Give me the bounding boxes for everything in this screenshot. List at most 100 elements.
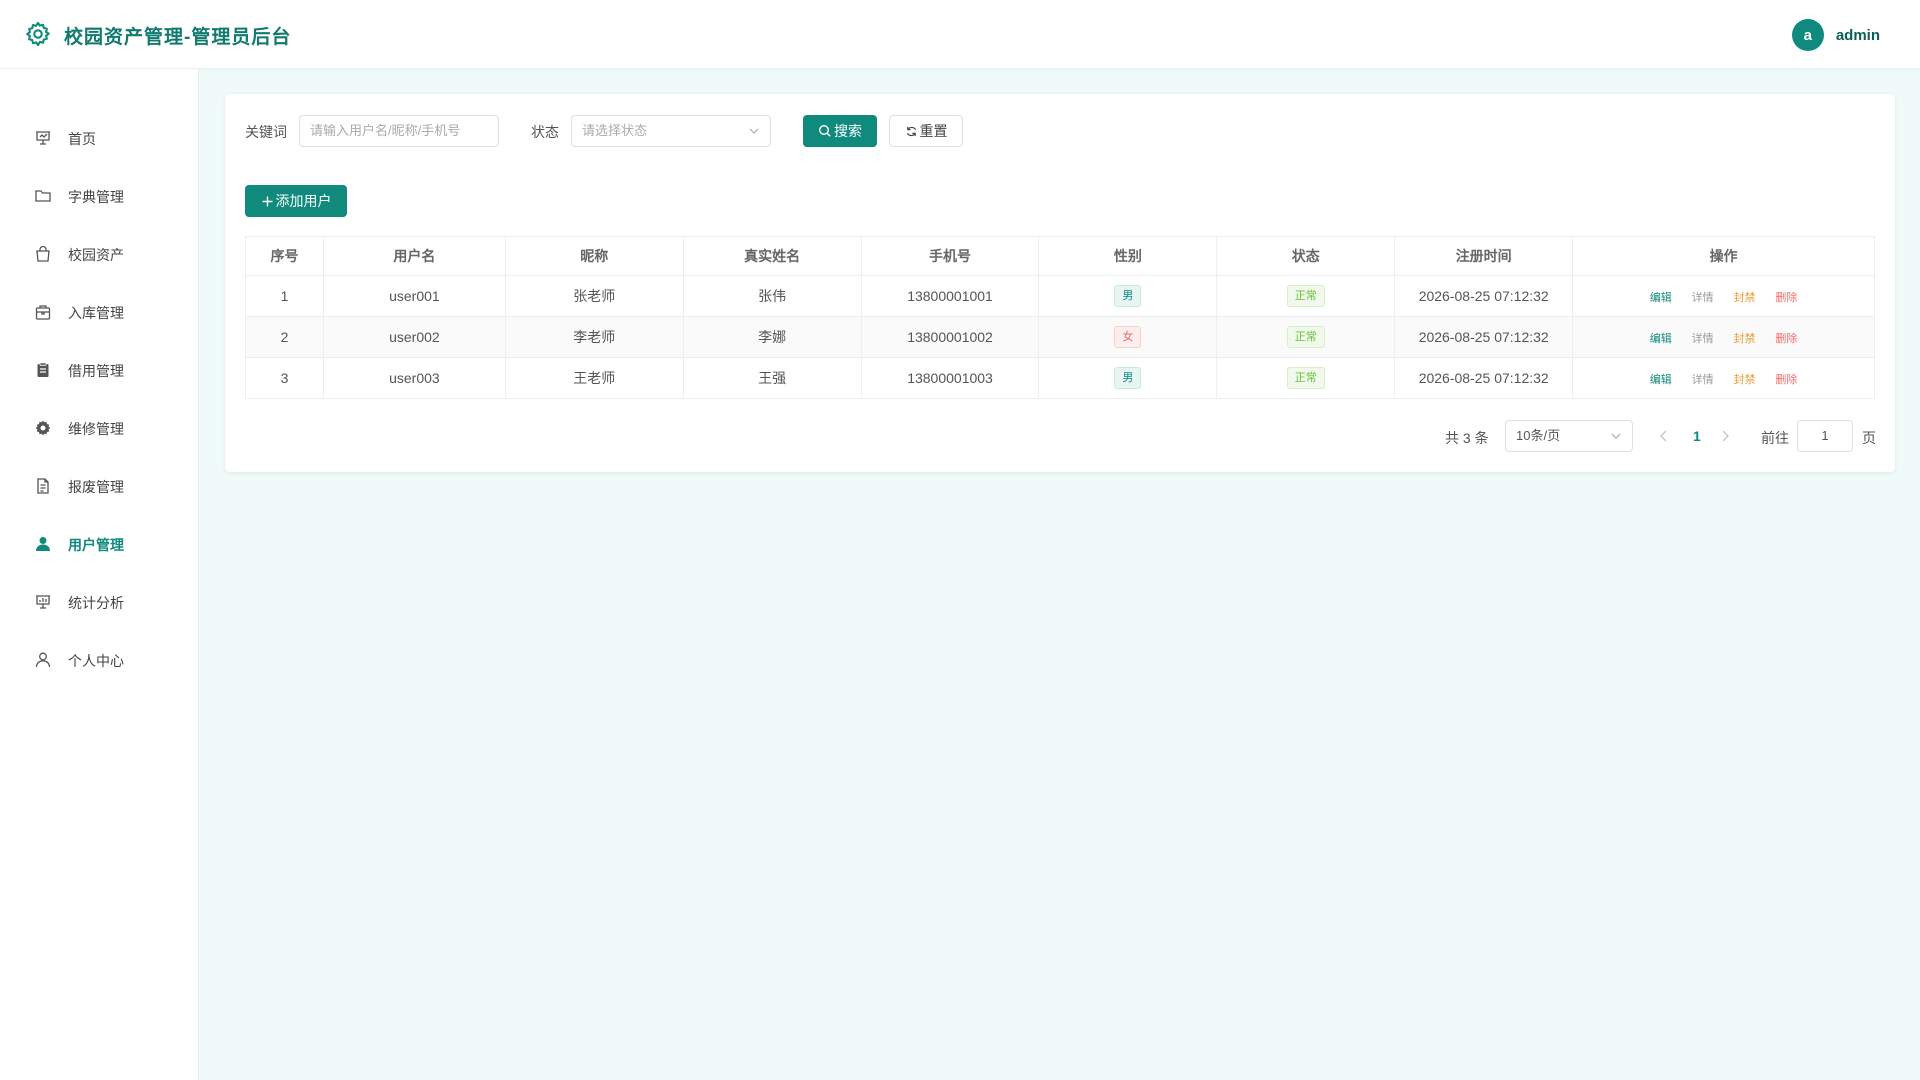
page-suffix: 页 [1862, 430, 1876, 446]
user-menu[interactable]: a admin [1791, 19, 1880, 51]
gender-tag: 男 [1114, 367, 1142, 389]
sidebar-item-users[interactable]: 用户管理 [0, 522, 199, 566]
cell-status: 正常 [1216, 316, 1396, 358]
ban-link[interactable]: 封禁 [1734, 292, 1756, 304]
user-outline-icon [35, 652, 51, 668]
sidebar-item-campus-assets[interactable]: 校园资产 [0, 232, 199, 276]
edit-link[interactable]: 编辑 [1650, 292, 1672, 304]
user-management-card: 关键词 请输入用户名/昵称/手机号 状态 请选择状态 搜索 重置 添加用户 序号… [225, 94, 1895, 472]
sidebar-item-label: 个人中心 [68, 653, 124, 669]
column-header-username: 用户名 [322, 236, 506, 276]
goto-page-input[interactable]: 1 [1797, 420, 1853, 452]
prev-page-icon[interactable] [1655, 427, 1673, 445]
cell-status: 正常 [1216, 357, 1396, 399]
cell-phone: 13800001003 [860, 357, 1040, 399]
cell-phone: 13800001001 [860, 275, 1040, 317]
gender-tag: 男 [1114, 285, 1142, 307]
cell-actions: 编辑 详情 封禁 删除 [1572, 275, 1875, 317]
detail-link[interactable]: 详情 [1692, 333, 1714, 345]
sidebar-item-scrap[interactable]: 报废管理 [0, 464, 199, 508]
delete-link[interactable]: 删除 [1775, 292, 1797, 304]
reset-button[interactable]: 重置 [889, 115, 963, 147]
status-label: 状态 [531, 124, 559, 140]
table-row: 2 user002 李老师 李娜 13800001002 女 正常 2026-0… [245, 316, 1875, 358]
sidebar: 首页 字典管理 校园资产 入库管理 借用管理 维修管理 报废管理 用户管理 统计… [0, 69, 199, 1080]
sidebar-item-profile[interactable]: 个人中心 [0, 638, 199, 682]
sidebar-item-label: 入库管理 [68, 305, 124, 321]
sidebar-item-label: 借用管理 [68, 363, 124, 379]
ban-link[interactable]: 封禁 [1734, 333, 1756, 345]
table-header-row: 序号 用户名 昵称 真实姓名 手机号 性别 状态 注册时间 操作 [245, 236, 1875, 276]
sidebar-item-label: 维修管理 [68, 421, 124, 437]
sidebar-item-label: 首页 [68, 131, 96, 147]
search-button[interactable]: 搜索 [803, 115, 877, 147]
add-user-button-label: 添加用户 [275, 193, 332, 209]
edit-link[interactable]: 编辑 [1650, 374, 1672, 386]
cell-realname: 李娜 [682, 316, 862, 358]
bag-icon [36, 245, 50, 262]
box-icon [35, 305, 51, 320]
edit-link[interactable]: 编辑 [1650, 333, 1672, 345]
add-user-button[interactable]: 添加用户 [245, 185, 347, 217]
search-button-label: 搜索 [834, 123, 862, 139]
cell-registered: 2026-08-25 07:12:32 [1394, 316, 1574, 358]
refresh-icon [906, 126, 916, 136]
table-row: 1 user001 张老师 张伟 13800001001 男 正常 2026-0… [245, 275, 1875, 317]
ban-link[interactable]: 封禁 [1734, 374, 1756, 386]
user-filled-icon [36, 537, 50, 551]
clipboard-icon [37, 362, 49, 377]
username[interactable]: admin [1836, 27, 1880, 44]
sidebar-item-label: 字典管理 [68, 189, 124, 205]
detail-link[interactable]: 详情 [1692, 292, 1714, 304]
column-header-realname: 真实姓名 [682, 236, 862, 276]
detail-link[interactable]: 详情 [1692, 374, 1714, 386]
cell-nickname: 王老师 [504, 357, 684, 399]
chart-board-icon [36, 595, 50, 609]
cell-phone: 13800001002 [860, 316, 1040, 358]
keyword-label: 关键词 [245, 124, 287, 140]
chevron-down-icon [1611, 433, 1621, 439]
page-size-value: 10条/页 [1516, 428, 1561, 443]
cell-registered: 2026-08-25 07:12:32 [1394, 275, 1574, 317]
page-size-select[interactable]: 10条/页 [1505, 420, 1633, 452]
sidebar-item-statistics[interactable]: 统计分析 [0, 580, 199, 624]
delete-link[interactable]: 删除 [1775, 333, 1797, 345]
sidebar-item-borrow[interactable]: 借用管理 [0, 348, 199, 392]
sidebar-item-repair[interactable]: 维修管理 [0, 406, 199, 450]
sidebar-item-inbound[interactable]: 入库管理 [0, 290, 199, 334]
gender-tag: 女 [1114, 326, 1142, 348]
page-number-current[interactable]: 1 [1693, 428, 1701, 444]
status-badge: 正常 [1286, 285, 1325, 307]
sidebar-item-dictionary[interactable]: 字典管理 [0, 174, 199, 218]
delete-link[interactable]: 删除 [1775, 374, 1797, 386]
cell-status: 正常 [1216, 275, 1396, 317]
sidebar-item-home[interactable]: 首页 [0, 116, 199, 160]
chevron-down-icon [749, 128, 759, 134]
cell-actions: 编辑 详情 封禁 删除 [1572, 357, 1875, 399]
column-header-actions: 操作 [1572, 236, 1875, 276]
pagination-total: 共 3 条 [1445, 430, 1489, 446]
gear-icon [35, 420, 51, 436]
cell-registered: 2026-08-25 07:12:32 [1394, 357, 1574, 399]
document-icon [37, 478, 49, 494]
status-badge: 正常 [1286, 326, 1325, 348]
cell-username: user001 [322, 275, 506, 317]
keyword-input[interactable]: 请输入用户名/昵称/手机号 [299, 115, 499, 147]
next-page-icon[interactable] [1716, 427, 1734, 445]
status-select[interactable]: 请选择状态 [571, 115, 771, 147]
status-select-placeholder: 请选择状态 [582, 123, 648, 138]
cell-nickname: 李老师 [504, 316, 684, 358]
sidebar-item-label: 用户管理 [68, 537, 124, 553]
cell-index: 2 [245, 316, 324, 358]
cell-gender: 女 [1038, 316, 1218, 358]
status-badge: 正常 [1286, 367, 1325, 389]
top-header: 校园资产管理-管理员后台 a admin [0, 0, 1920, 69]
goto-label: 前往 [1761, 430, 1789, 446]
cell-actions: 编辑 详情 封禁 删除 [1572, 316, 1875, 358]
search-icon [818, 124, 831, 137]
plus-icon [262, 196, 272, 206]
column-header-status: 状态 [1216, 236, 1396, 276]
sidebar-item-label: 统计分析 [68, 595, 124, 611]
avatar[interactable]: a [1791, 19, 1824, 51]
column-header-nickname: 昵称 [504, 236, 684, 276]
